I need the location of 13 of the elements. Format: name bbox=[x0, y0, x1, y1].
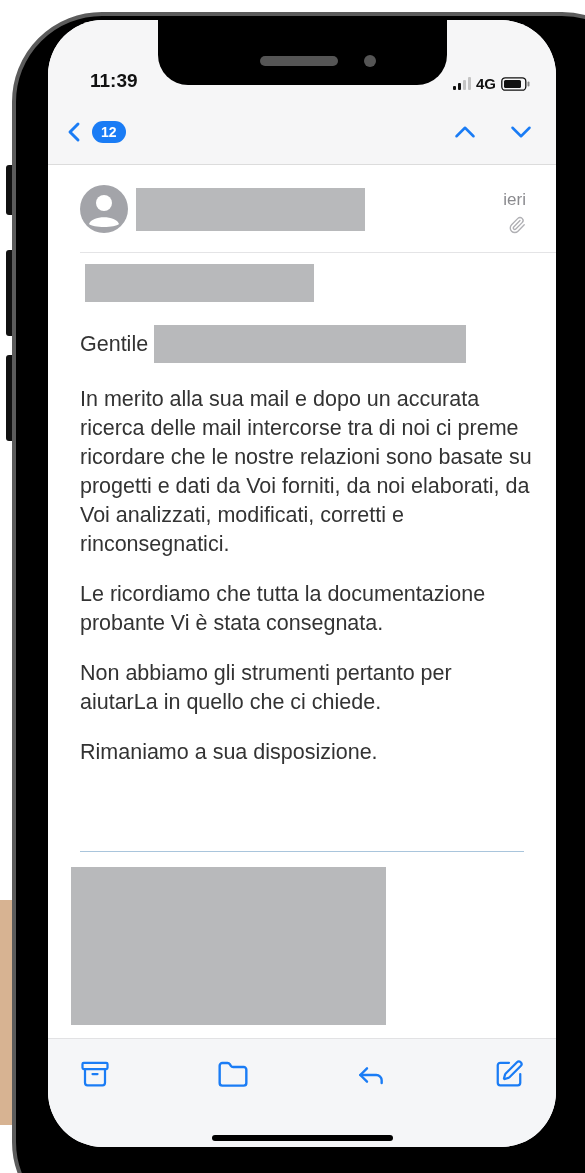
unread-count-badge: 12 bbox=[92, 121, 126, 143]
greeting-text: Gentile bbox=[80, 331, 149, 357]
battery-icon bbox=[501, 76, 530, 91]
signal-icon bbox=[453, 77, 471, 90]
avatar-icon bbox=[80, 185, 128, 233]
body-paragraph: In merito alla sua mail e dopo un accurata ricerca delle mail intercorse tra di noi ci preme ricordare che le nostre relazioni sono basate su progetti e dati da Voi forniti, da noi elaborati, da Voi analizzati, modificati, corretti e rinconsegnatici. bbox=[80, 386, 533, 558]
archive-icon bbox=[80, 1059, 110, 1089]
body-paragraph: Le ricordiamo che tutta la documentazione probante Vi è stata consegnata. bbox=[80, 581, 487, 637]
body-paragraph: Non abbiamo gli strumenti pertanto per aiutarLa in quello che ci chiede. bbox=[80, 660, 453, 716]
network-type: 4G bbox=[476, 75, 496, 92]
body-paragraph: Rimaniamo a sua disposizione. bbox=[80, 739, 379, 766]
message-date: ieri bbox=[503, 190, 526, 210]
status-time: 11:39 bbox=[90, 70, 138, 92]
